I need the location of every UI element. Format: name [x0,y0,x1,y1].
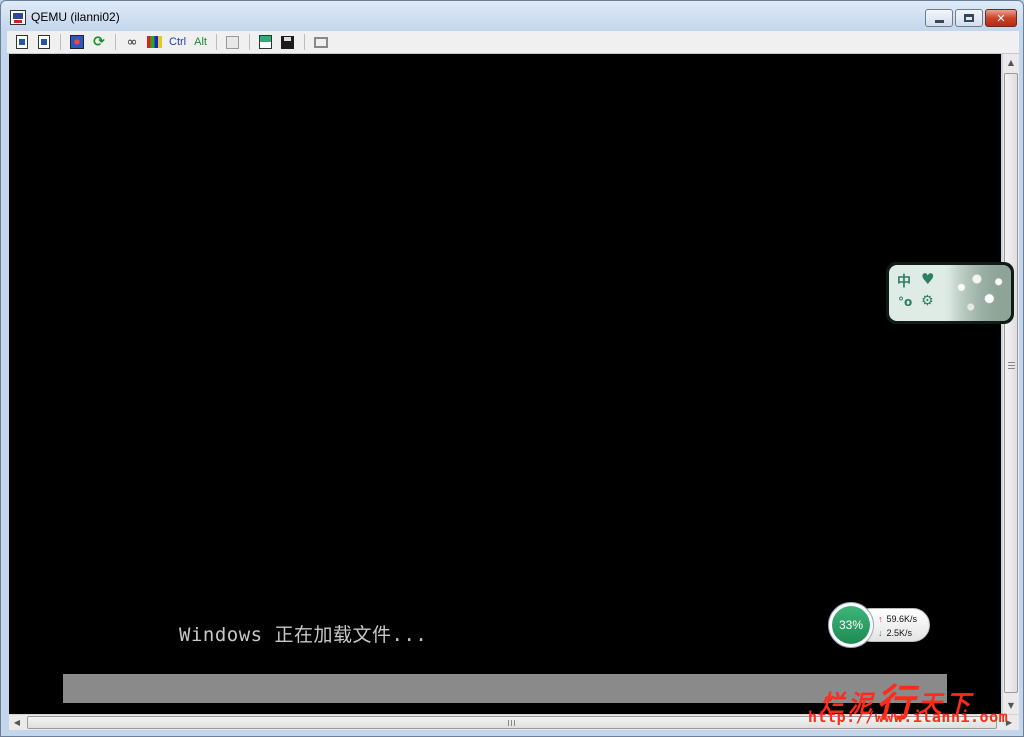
alt-button[interactable]: Alt [192,33,209,51]
toolbar-separator [215,34,217,50]
toolbar-separator [248,34,250,50]
grip-icon [508,720,515,726]
upload-speed: 59.6K/s [886,614,918,624]
toolbar-separator [60,34,61,50]
info-button[interactable] [35,33,53,51]
usage-percent: 33% [832,606,870,644]
watermark-url: http://www.ilanni.oom [808,708,1009,726]
vertical-scroll-thumb[interactable] [1004,73,1018,693]
usage-circle: 33% [828,602,874,648]
gear-icon[interactable]: ⚙ [921,293,934,309]
title-bar[interactable]: QEMU (ilanni02) ✕ [1,1,1023,31]
toolbar-separator [303,34,305,50]
network-speed-widget[interactable]: 33% ↑ 59.6K/s ↓ 2.5K/s [828,602,932,648]
window-title: QEMU (ilanni02) [31,10,120,24]
maximize-button[interactable] [955,9,983,27]
close-icon: ✕ [996,11,1006,25]
heart-icon[interactable]: ♥ [921,270,934,288]
upload-arrow-icon: ↑ [878,614,883,624]
loading-text: Windows 正在加载文件... [179,624,428,646]
download-speed-row: ↓ 2.5K/s [878,628,912,638]
paste-icon [259,35,273,49]
minimize-button[interactable] [925,9,953,27]
toolbar: ⟳ ∞ Ctrl Alt [7,31,1019,54]
ime-floating-bar[interactable]: 中 ♥ °o ⚙ [886,262,1014,324]
grip-icon [1008,362,1015,369]
upload-speed-row: ↑ 59.6K/s [878,614,917,624]
watermark: 烂泥行天下 http://www.ilanni.oom [806,660,1016,730]
save-button[interactable] [279,33,297,51]
copy-icon [226,35,240,49]
qemu-app-icon[interactable] [10,10,26,25]
alt-label: Alt [194,36,207,48]
save-icon [281,35,295,49]
download-arrow-icon: ↓ [878,628,883,638]
refresh-button[interactable]: ⟳ [90,33,108,51]
vertical-scrollbar[interactable]: ▲ ▼ [1002,54,1019,714]
properties-icon [16,35,28,49]
network-button[interactable] [68,33,86,51]
ctrl-button[interactable]: Ctrl [167,33,188,51]
download-speed: 2.5K/s [886,628,913,638]
fullscreen-button[interactable] [312,33,330,51]
ime-half-width-toggle[interactable]: °o [898,295,912,309]
keyboard-button[interactable] [145,33,163,51]
paste-button[interactable] [257,33,275,51]
link-icon: ∞ [126,34,138,50]
toolbar-separator [115,34,116,50]
close-button[interactable]: ✕ [985,9,1017,27]
flower-decoration [949,265,1011,321]
ime-panel: 中 ♥ °o ⚙ [889,265,1011,321]
properties-button[interactable] [13,33,31,51]
refresh-icon: ⟳ [93,34,105,50]
maximize-icon [964,14,974,22]
network-icon [70,35,84,49]
flag-icon [146,36,162,48]
link-button[interactable]: ∞ [123,33,141,51]
info-icon [38,35,50,49]
frame-icon [313,36,328,48]
scroll-left-arrow-icon[interactable]: ◀ [9,715,25,730]
scroll-up-arrow-icon[interactable]: ▲ [1003,54,1019,71]
ctrl-label: Ctrl [169,36,187,48]
ime-mode-toggle[interactable]: 中 [897,271,911,291]
window-controls: ✕ [925,9,1017,27]
minimize-icon [934,19,944,23]
copy-button[interactable] [224,33,242,51]
